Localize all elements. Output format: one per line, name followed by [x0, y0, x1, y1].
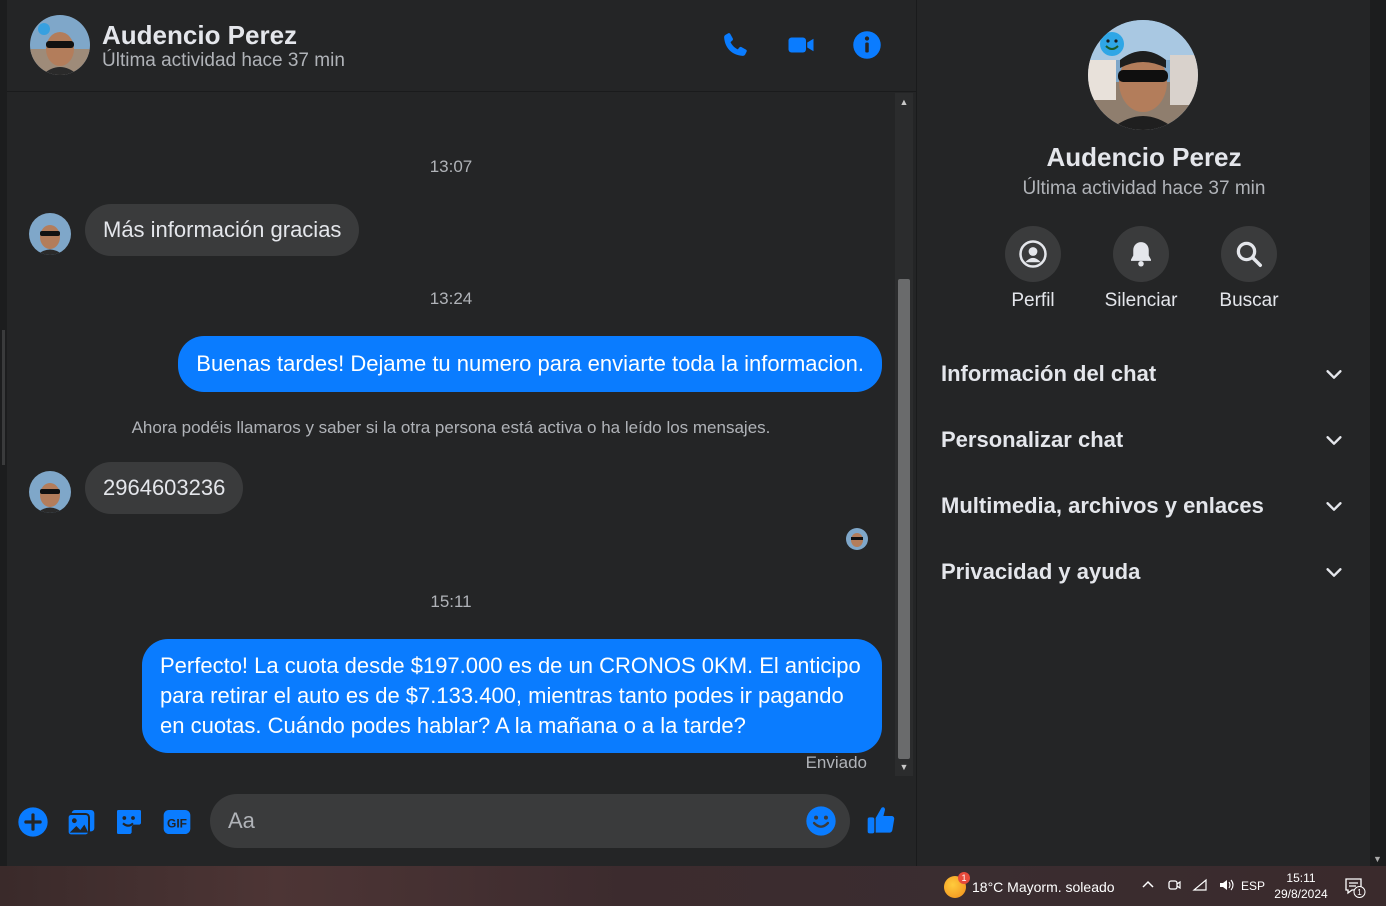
weather-text: 18°C Mayorm. soleado: [972, 879, 1115, 895]
gif-icon[interactable]: GIF: [161, 806, 193, 838]
language-indicator[interactable]: ESP: [1241, 879, 1265, 893]
profile-icon: [1019, 240, 1047, 268]
emoji-icon[interactable]: [805, 805, 837, 837]
outgoing-message: Buenas tardes! Dejame tu numero para env…: [178, 336, 882, 392]
timestamp: 13:07: [429, 157, 473, 176]
info-contact-name: Audencio Perez: [1046, 142, 1242, 172]
scroll-down-arrow[interactable]: ▼: [898, 760, 910, 774]
sent-status: Enviado: [805, 753, 867, 772]
svg-text:1: 1: [1357, 888, 1362, 897]
timestamp: 15:11: [430, 592, 472, 611]
system-tray: [1140, 877, 1234, 893]
contact-avatar-large[interactable]: [1088, 20, 1198, 130]
incoming-message: Más información gracias: [85, 204, 360, 256]
profile-label: Perfil: [1011, 290, 1055, 311]
timestamp: 13:24: [429, 289, 473, 308]
clock-date: 29/8/2024: [1274, 887, 1328, 901]
window-scrollbar[interactable]: ▼: [1370, 0, 1386, 866]
composer: GIF: [7, 786, 916, 866]
chat-scrollbar[interactable]: ▲ ▼: [895, 93, 913, 776]
image-icon[interactable]: [65, 806, 97, 838]
contact-avatar[interactable]: [30, 15, 90, 75]
notification-icon[interactable]: 1: [1344, 876, 1366, 898]
incoming-message: 2964603236: [85, 462, 244, 514]
system-notice: Ahora podéis llamaros y saber si la otra…: [131, 418, 771, 437]
contact-name[interactable]: Audencio Perez: [102, 20, 297, 51]
message-list[interactable]: 13:07 Más información gracias 13:24 Buen…: [7, 93, 895, 783]
chevron-up-icon[interactable]: [1140, 877, 1156, 893]
contact-status: Última actividad hace 37 min: [102, 50, 345, 71]
search-label: Buscar: [1219, 290, 1279, 311]
chat-header: Audencio Perez Última actividad hace 37 …: [7, 0, 916, 92]
video-icon[interactable]: [784, 28, 818, 62]
search-icon: [1236, 241, 1262, 267]
taskbar: 1 18°C Mayorm. soleado ESP 15:11 29/8/20…: [0, 866, 1386, 906]
chevron-down-icon: [1326, 568, 1342, 577]
phone-icon[interactable]: [718, 28, 752, 62]
wifi-icon[interactable]: [1192, 877, 1208, 893]
bell-icon: [1131, 242, 1151, 267]
svg-text:GIF: GIF: [167, 817, 187, 831]
clock[interactable]: 15:11 29/8/2024: [1270, 870, 1332, 902]
contact-avatar-small[interactable]: [29, 471, 71, 513]
weather-icon: 1: [944, 872, 970, 898]
seen-avatar: [846, 528, 868, 550]
section-customize-chat[interactable]: Personalizar chat: [933, 415, 1353, 465]
outgoing-message: Perfecto! La cuota desde $197.000 es de …: [142, 639, 882, 753]
profile-button[interactable]: Perfil: [983, 226, 1083, 312]
clock-time: 15:11: [1286, 871, 1316, 885]
section-chat-info[interactable]: Información del chat: [933, 349, 1353, 399]
volume-icon[interactable]: [1218, 877, 1234, 893]
info-icon[interactable]: [850, 28, 884, 62]
chevron-down-icon: [1326, 436, 1342, 445]
chat-pane: Audencio Perez Última actividad hace 37 …: [0, 0, 916, 866]
sticker-icon[interactable]: [113, 806, 145, 838]
weather-widget[interactable]: 1 18°C Mayorm. soleado: [944, 872, 1115, 898]
section-label: Privacidad y ayuda: [941, 559, 1141, 584]
section-privacy-help[interactable]: Privacidad y ayuda: [933, 547, 1353, 597]
chevron-down-icon: [1326, 370, 1342, 379]
meet-icon[interactable]: [1166, 877, 1182, 893]
weather-badge: 1: [958, 872, 970, 884]
scroll-up-arrow[interactable]: ▲: [898, 95, 910, 109]
section-media-files-links[interactable]: Multimedia, archivos y enlaces: [933, 481, 1353, 531]
info-contact-status: Última actividad hace 37 min: [1022, 178, 1266, 199]
search-button[interactable]: Buscar: [1199, 226, 1299, 312]
scroll-thumb[interactable]: [898, 279, 910, 759]
like-icon[interactable]: [865, 804, 899, 838]
mute-button[interactable]: Silenciar: [1091, 226, 1191, 312]
section-label: Multimedia, archivos y enlaces: [941, 493, 1264, 518]
plus-icon[interactable]: [17, 806, 49, 838]
section-label: Información del chat: [941, 361, 1157, 386]
mute-label: Silenciar: [1104, 290, 1178, 311]
message-input[interactable]: [210, 794, 850, 848]
left-edge: [0, 0, 7, 866]
chevron-down-icon: [1326, 502, 1342, 511]
conversation-info-pane: Audencio Perez Última actividad hace 37 …: [916, 0, 1370, 866]
scroll-down-arrow[interactable]: ▼: [1373, 854, 1382, 864]
contact-avatar-small[interactable]: [29, 213, 71, 255]
section-label: Personalizar chat: [941, 427, 1124, 452]
